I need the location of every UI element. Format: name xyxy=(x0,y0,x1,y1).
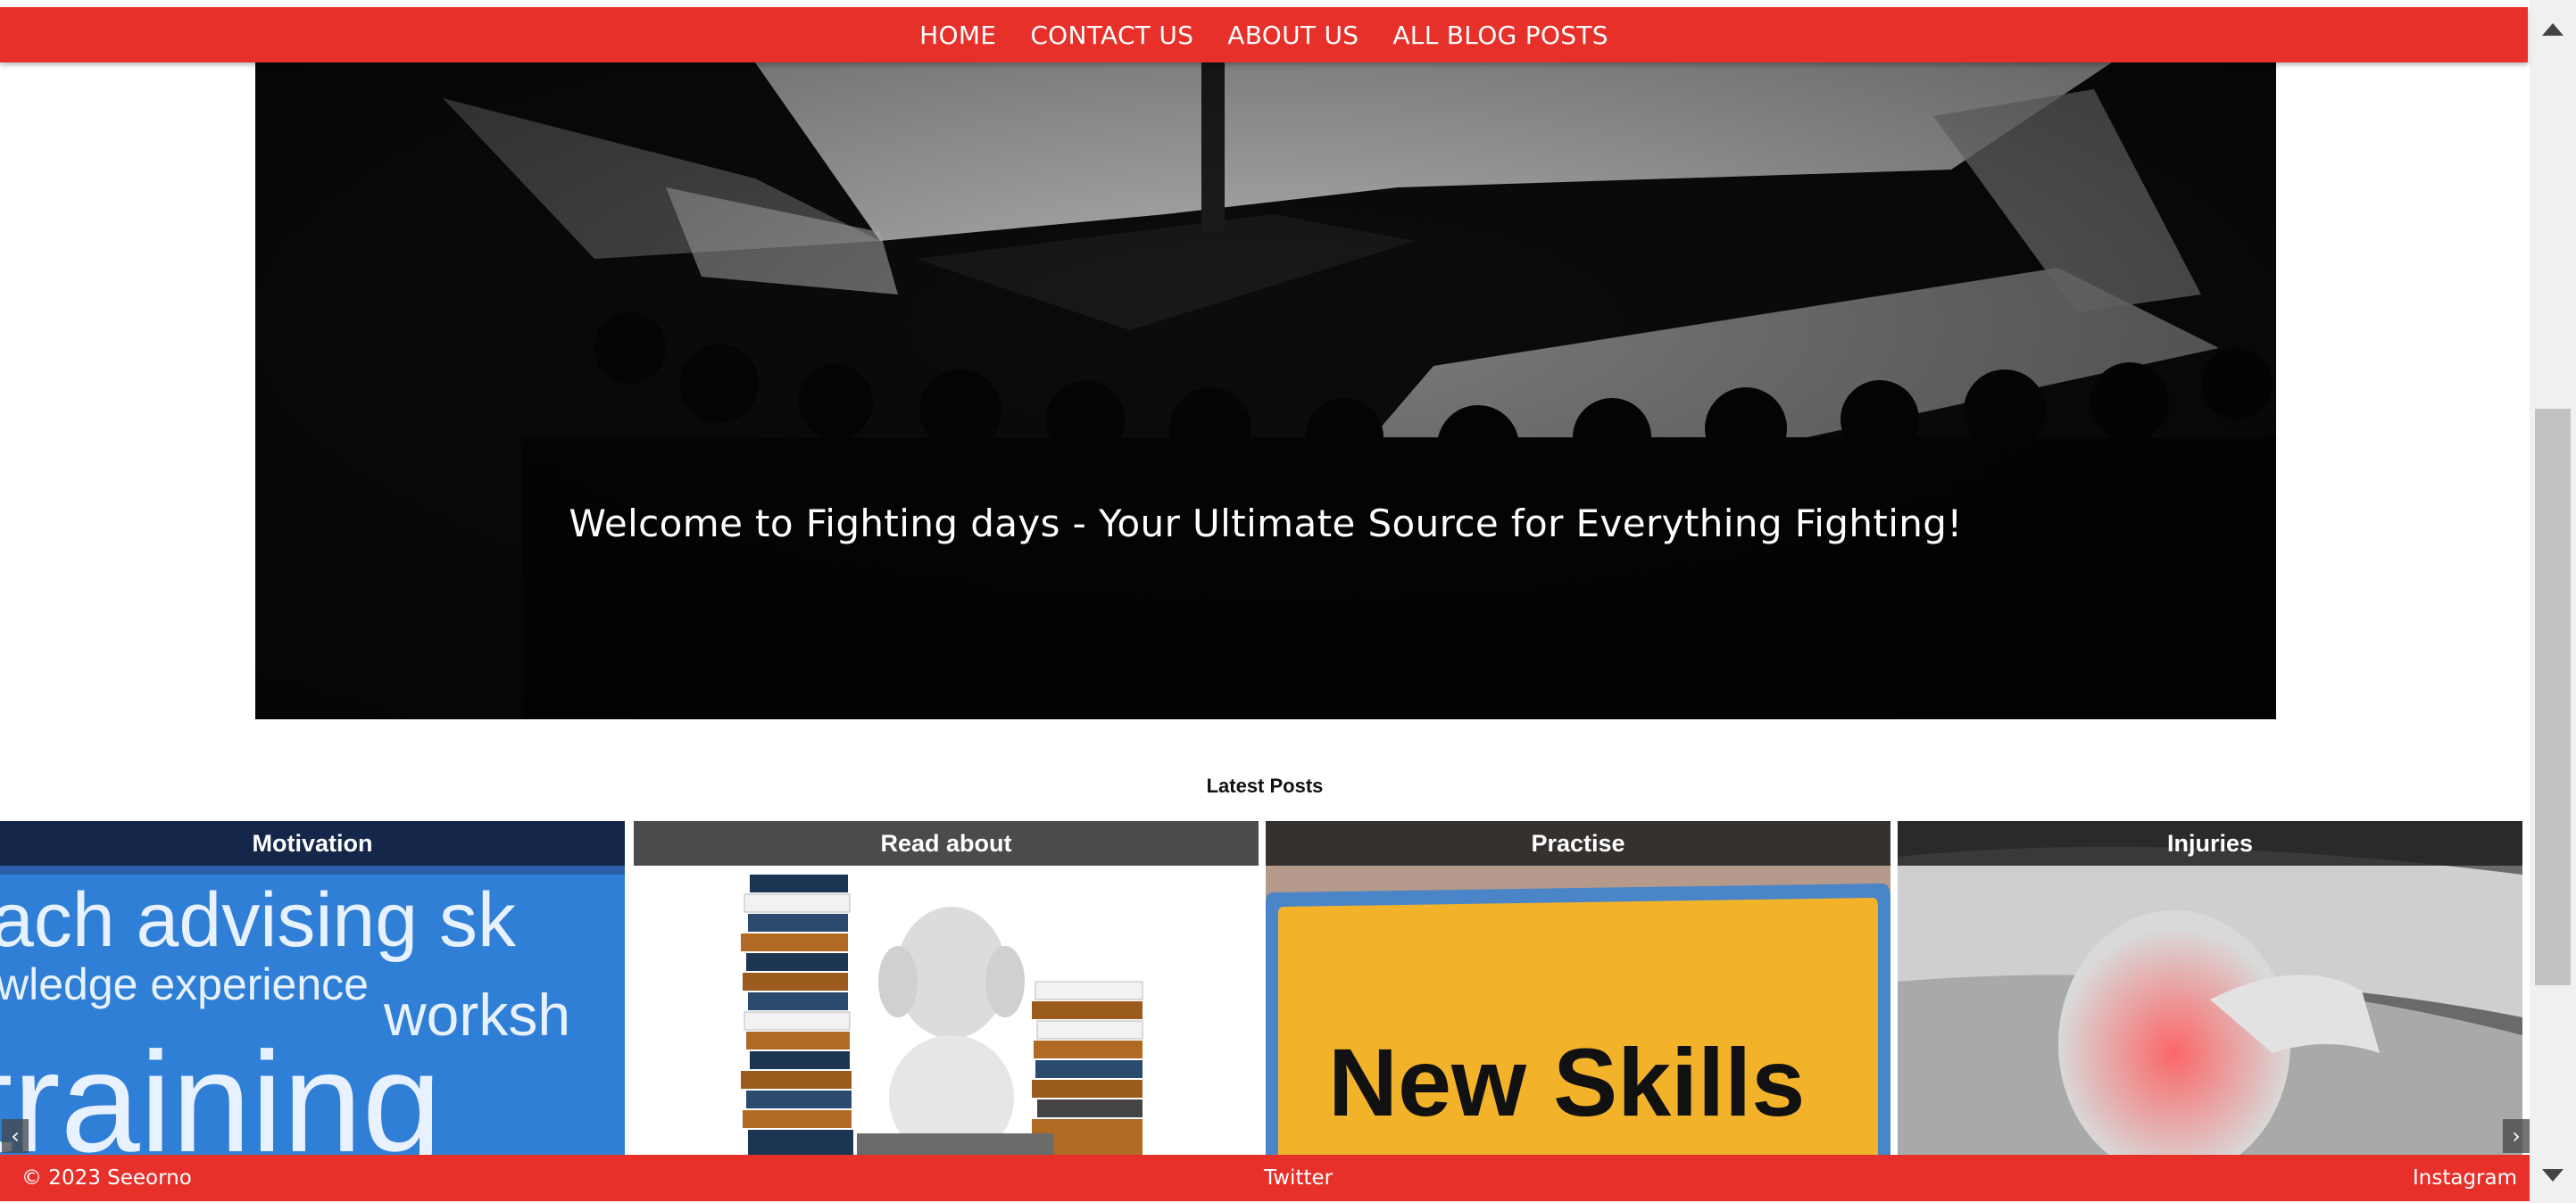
post-card-motivation[interactable]: Motivation ach advising sk wledge experi… xyxy=(0,821,625,1155)
hero-welcome-text: Welcome to Fighting days - Your Ultimate… xyxy=(569,502,1963,545)
scrollbar-thumb[interactable] xyxy=(2535,409,2571,985)
hero-background-image xyxy=(255,62,2276,719)
reading-figure-image xyxy=(634,821,1259,1155)
post-card-title: Read about xyxy=(634,821,1259,866)
top-strip xyxy=(0,0,2526,7)
nav-about-link[interactable]: ABOUT US xyxy=(1227,21,1359,50)
footer-copyright: © 2023 Seeorno xyxy=(21,1166,192,1190)
footer-instagram-link[interactable]: Instagram xyxy=(2413,1166,2517,1190)
motivation-image-line-4: training xyxy=(0,1022,442,1155)
scroll-up-arrow-icon[interactable] xyxy=(2542,23,2564,36)
nav-all-posts-link[interactable]: ALL BLOG POSTS xyxy=(1392,21,1608,50)
motivation-image-line-2: wledge experience xyxy=(0,959,369,1009)
new-skills-sign-image: New Skills xyxy=(1266,821,1890,1155)
hero-banner: Welcome to Fighting days - Your Ultimate… xyxy=(255,62,2276,719)
carousel-next-button[interactable]: › xyxy=(2503,1119,2530,1153)
site-footer: © 2023 Seeorno Twitter Instagram xyxy=(0,1155,2530,1201)
motivation-image-line-1: ach advising sk xyxy=(0,877,517,963)
motivation-image: ach advising sk wledge experience worksh… xyxy=(0,821,625,1155)
footer-twitter-link[interactable]: Twitter xyxy=(1264,1166,1333,1190)
latest-posts-carousel: Motivation ach advising sk wledge experi… xyxy=(0,821,2530,1155)
post-card-read-about[interactable]: Read about xyxy=(634,821,1259,1155)
latest-posts-heading: Latest Posts xyxy=(1206,775,1324,797)
scroll-down-arrow-icon[interactable] xyxy=(2542,1169,2564,1182)
nav-home-link[interactable]: HOME xyxy=(919,21,996,50)
post-card-practise[interactable]: Practise New Skills xyxy=(1266,821,1890,1155)
post-card-title: Injuries xyxy=(1898,821,2522,866)
knee-injury-image xyxy=(1898,821,2522,1155)
post-card-title: Motivation xyxy=(0,821,625,866)
page-scrollbar[interactable] xyxy=(2530,0,2576,1203)
carousel-prev-button[interactable]: ‹ xyxy=(2,1119,29,1153)
nav-contact-link[interactable]: CONTACT US xyxy=(1030,21,1193,50)
main-navbar: HOME CONTACT US ABOUT US ALL BLOG POSTS xyxy=(0,7,2528,62)
post-card-title: Practise xyxy=(1266,821,1890,866)
post-card-injuries[interactable]: Injuries xyxy=(1898,821,2522,1155)
sign-text: New Skills xyxy=(1328,1028,1805,1136)
